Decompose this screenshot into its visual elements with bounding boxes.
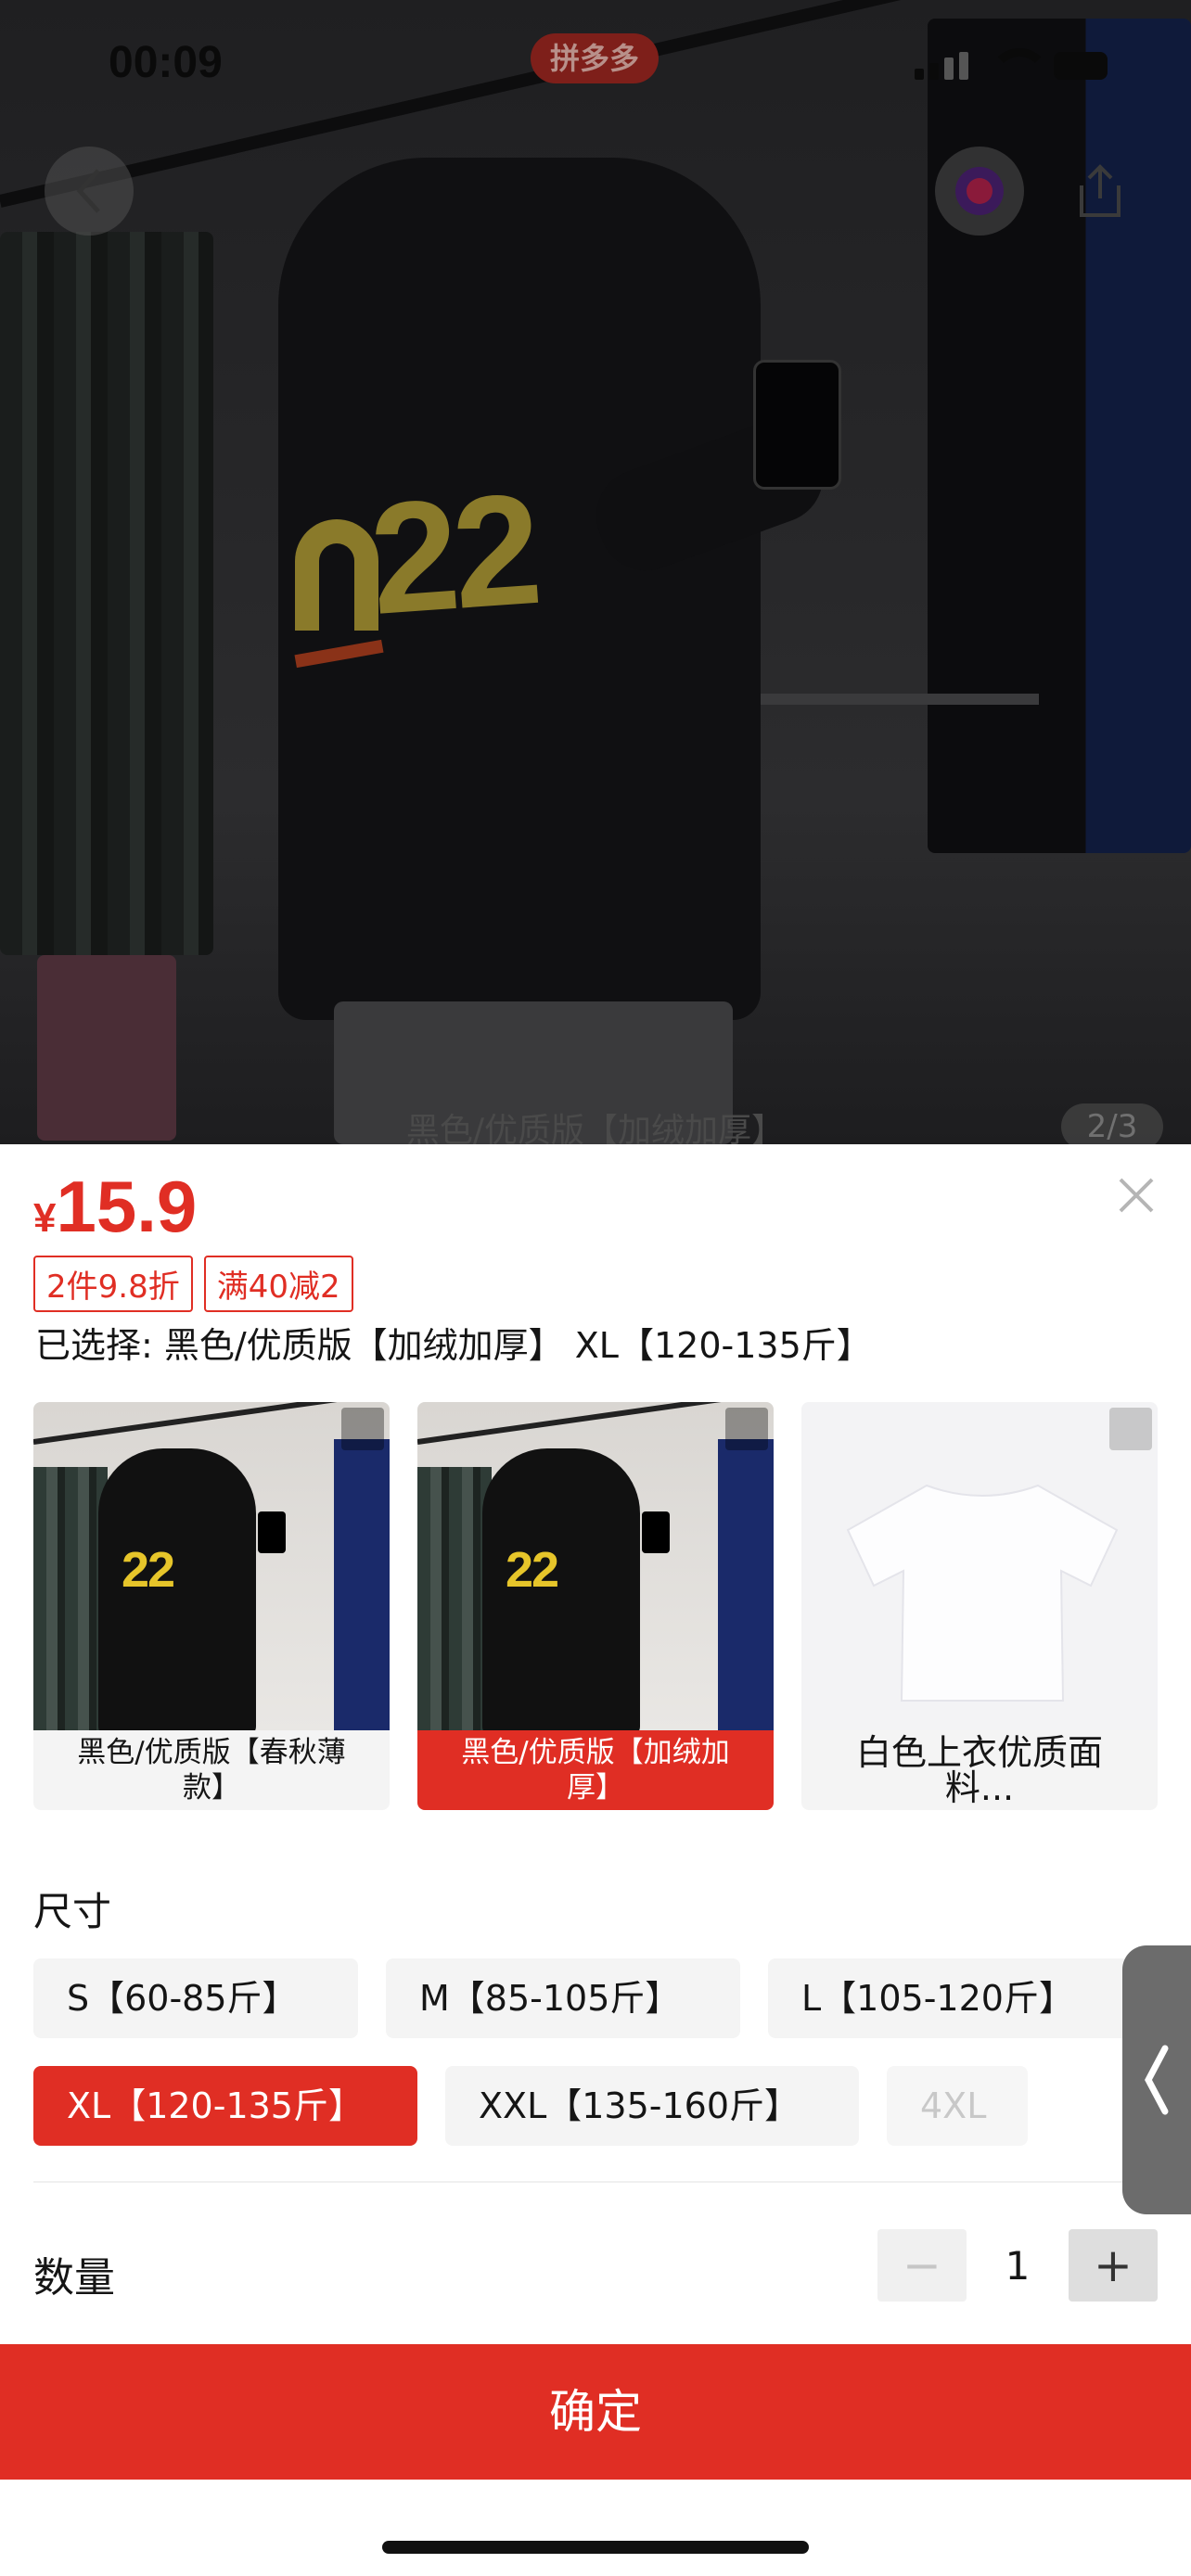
color-option-label: 白色上衣优质面料...: [855, 1732, 1103, 1808]
hanging-clothes: [928, 19, 1191, 853]
color-thumbnail: 22: [417, 1402, 774, 1730]
color-option-label: 黑色/优质版【春秋薄款】: [77, 1736, 346, 1804]
promo-tag: 满40减2: [203, 1256, 353, 1312]
color-option-label: 黑色/优质版【加绒加厚】: [417, 1730, 774, 1810]
hanging-clothes: [0, 232, 213, 955]
avatar: [955, 167, 1004, 215]
promo-tags: 2件9.8折 满40减2: [33, 1256, 353, 1312]
quantity-stepper: − 1 +: [877, 2229, 1158, 2302]
battery-icon: [1054, 52, 1108, 80]
quantity-value[interactable]: 1: [967, 2243, 1069, 2289]
chevron-left-icon: [76, 169, 100, 213]
share-button[interactable]: [1056, 147, 1145, 236]
color-option[interactable]: 白色上衣优质面料...: [801, 1402, 1158, 1810]
sku-sheet: ¥15.9 2件9.8折 满40减2 已选择: 黑色/优质版【加绒加厚】 XL【…: [0, 1144, 1191, 2576]
status-time: 00:09: [109, 38, 223, 87]
close-button[interactable]: [1113, 1172, 1159, 1218]
quantity-plus-button[interactable]: +: [1069, 2229, 1158, 2302]
hoodie-print: 22: [365, 461, 542, 648]
expand-icon[interactable]: [1109, 1408, 1152, 1450]
hoodie-print: [295, 519, 378, 631]
quantity-minus-button[interactable]: −: [877, 2229, 967, 2302]
price-currency: ¥: [33, 1195, 57, 1241]
color-thumbnail: 22: [33, 1402, 390, 1730]
color-option[interactable]: 22 黑色/优质版【春秋薄款】: [33, 1402, 390, 1810]
photo-counter: 2/3: [1061, 1103, 1163, 1144]
size-option-selected[interactable]: XL【120-135斤】: [33, 2066, 417, 2146]
photo-caption: 黑色/优质版【加绒加厚】: [405, 1112, 786, 1144]
confirm-button[interactable]: 确定: [0, 2344, 1191, 2480]
expand-icon[interactable]: [725, 1408, 768, 1450]
product-photo[interactable]: 22 00:09 拼多多 黑色/优质版【加绒加厚】 2/3: [0, 0, 1191, 1144]
divider: [33, 2181, 1158, 2183]
size-option[interactable]: S【60-85斤】: [33, 1958, 358, 2038]
color-option-selected[interactable]: 22 黑色/优质版【加绒加厚】: [417, 1402, 774, 1810]
promo-tag: 2件9.8折: [33, 1256, 193, 1312]
size-options-row: XL【120-135斤】 XXL【135-160斤】 4XL: [33, 2066, 1028, 2146]
price: ¥15.9: [33, 1165, 197, 1249]
selected-summary: 已选择: 黑色/优质版【加绒加厚】 XL【120-135斤】: [35, 1325, 872, 1366]
price-value: 15.9: [56, 1166, 198, 1247]
size-options-row: S【60-85斤】 M【85-105斤】 L【105-120斤】: [33, 1958, 1130, 2038]
close-icon: [1119, 1178, 1154, 1213]
size-option[interactable]: XXL【135-160斤】: [445, 2066, 859, 2146]
phone: [753, 360, 841, 490]
size-option[interactable]: L【105-120斤】: [768, 1958, 1130, 2038]
size-section-title: 尺寸: [33, 1889, 112, 1934]
size-option[interactable]: M【85-105斤】: [386, 1958, 740, 2038]
chevron-left-icon: [1145, 2045, 1169, 2115]
tshirt-image: [846, 1484, 1119, 1702]
side-tab[interactable]: [1122, 1945, 1191, 2214]
app-badge: 拼多多: [531, 33, 659, 83]
store-avatar[interactable]: [935, 147, 1024, 236]
back-button[interactable]: [45, 147, 134, 236]
signal-icon: [915, 52, 968, 80]
status-icons: [915, 48, 1108, 80]
home-indicator[interactable]: [382, 2541, 809, 2554]
expand-icon[interactable]: [341, 1408, 384, 1450]
wall-rail: [761, 694, 1039, 705]
quantity-label: 数量: [33, 2254, 115, 2302]
size-option-disabled: 4XL: [887, 2066, 1028, 2146]
color-thumbnail: [801, 1402, 1158, 1730]
color-options: 22 黑色/优质版【春秋薄款】 22 黑色/优质版【加绒加厚】 白色上衣优质面料…: [33, 1402, 1158, 1810]
share-icon: [1080, 164, 1121, 217]
wifi-icon: [989, 48, 1050, 80]
